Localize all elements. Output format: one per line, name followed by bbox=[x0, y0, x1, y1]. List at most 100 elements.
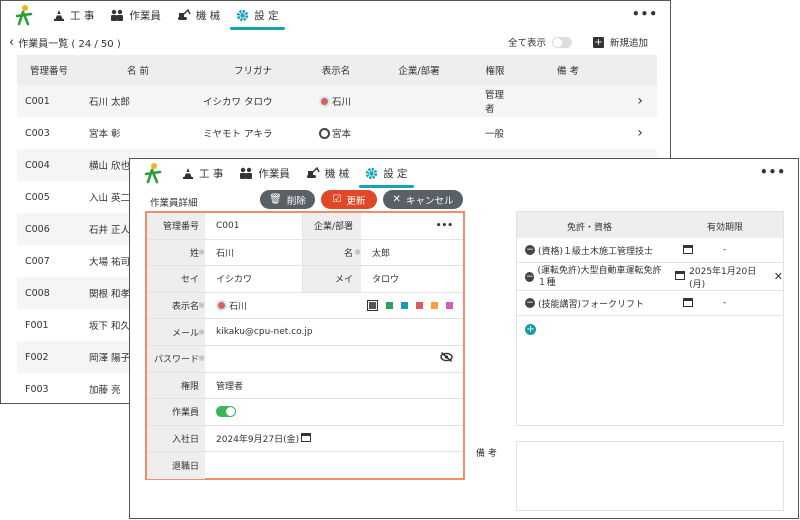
remove-icon[interactable]: − bbox=[525, 245, 535, 255]
column-header[interactable]: 備 考 bbox=[513, 55, 623, 85]
cell-role: 管理者 bbox=[477, 85, 513, 117]
add-new-label: 新規追加 bbox=[609, 38, 648, 49]
clear-date-icon[interactable]: ✕ bbox=[774, 270, 783, 283]
update-button[interactable]: ☑ 更新 bbox=[321, 190, 377, 209]
cancel-label: キャンセル bbox=[405, 195, 454, 207]
workers-icon bbox=[240, 167, 253, 179]
company-more-icon[interactable]: ••• bbox=[361, 213, 463, 239]
cone-icon bbox=[183, 168, 193, 179]
field-label: パスワード bbox=[147, 346, 205, 372]
role-select[interactable]: 管理者 bbox=[205, 373, 463, 399]
license-name: (運転免許)大型自動車運転免許１種 bbox=[537, 265, 662, 288]
trash-icon: 🗑 bbox=[269, 194, 282, 205]
color-swatch[interactable] bbox=[431, 302, 438, 310]
chevron-right-icon[interactable]: › bbox=[623, 117, 657, 149]
column-header[interactable]: 企業/部署 bbox=[361, 55, 477, 85]
cancel-button[interactable]: ✕ キャンセル bbox=[383, 190, 463, 209]
table-row[interactable]: C003 宮本 彰 ミヤモト アキラ 宮本 一般 › bbox=[17, 117, 657, 149]
remove-icon[interactable]: − bbox=[525, 298, 535, 308]
more-menu-icon[interactable]: ••• bbox=[760, 165, 786, 179]
check-icon: ☑ bbox=[332, 194, 342, 205]
color-swatch-selected[interactable] bbox=[367, 300, 378, 312]
display-name-input[interactable]: 石川 bbox=[229, 299, 247, 312]
cell-id: C006 bbox=[17, 213, 81, 245]
table-header-row: 管理番号 名 前 フリガナ 表示名 企業/部署 権限 備 考 bbox=[17, 55, 657, 85]
nav-item-settings[interactable]: 設 定 bbox=[228, 1, 286, 30]
nav-item-machines[interactable]: 機 械 bbox=[298, 159, 357, 187]
field-label: メイ bbox=[303, 266, 361, 292]
add-license-icon[interactable]: + bbox=[525, 324, 536, 335]
memo-label: 備 考 bbox=[476, 449, 497, 459]
app-logo[interactable] bbox=[13, 4, 35, 26]
add-new-button[interactable]: + 新規追加 bbox=[592, 35, 648, 49]
list-title: 作業員一覧 ( 24 / 50 ) bbox=[18, 38, 121, 50]
first-kana-input[interactable]: タロウ bbox=[361, 266, 463, 292]
eye-slash-icon[interactable] bbox=[440, 352, 463, 365]
last-kana-input[interactable]: イシカワ bbox=[205, 266, 303, 292]
field-label: セイ bbox=[147, 266, 205, 292]
color-swatch[interactable] bbox=[446, 302, 453, 310]
retire-date-field[interactable] bbox=[205, 452, 463, 479]
delete-button[interactable]: 🗑 削除 bbox=[260, 190, 315, 209]
color-swatch[interactable] bbox=[401, 302, 408, 310]
first-name-input[interactable]: 太郎 bbox=[361, 240, 463, 266]
column-header[interactable]: 表示名 bbox=[311, 55, 361, 85]
calendar-icon[interactable] bbox=[683, 297, 693, 310]
form-row-role: 権限 管理者 bbox=[147, 372, 463, 400]
cell-name: 宮本 彰 bbox=[89, 129, 121, 140]
calendar-icon[interactable] bbox=[683, 244, 693, 257]
nav-item-workers[interactable]: 作業員 bbox=[231, 159, 298, 187]
top-nav: 工 事 作業員 機 械 設 定 ••• bbox=[130, 159, 798, 188]
nav-item-machines[interactable]: 機 械 bbox=[169, 1, 228, 29]
chevron-right-icon[interactable]: › bbox=[623, 85, 657, 117]
column-header[interactable]: フリガナ bbox=[195, 55, 311, 85]
column-header[interactable]: 名 前 bbox=[81, 55, 195, 85]
show-all-toggle[interactable] bbox=[552, 36, 572, 48]
nav-label: 機 械 bbox=[324, 167, 350, 180]
last-name-input[interactable]: 石川 bbox=[205, 239, 303, 266]
app-logo[interactable] bbox=[142, 162, 164, 184]
color-swatch[interactable] bbox=[416, 302, 423, 310]
workers-icon bbox=[111, 9, 124, 21]
email-field[interactable]: kikaku@cpu-net.co.jp bbox=[205, 319, 463, 345]
nav-item-settings[interactable]: 設 定 bbox=[357, 159, 415, 188]
column-header[interactable]: 権限 bbox=[477, 55, 513, 85]
cell-id: C001 bbox=[17, 85, 81, 117]
password-field[interactable] bbox=[205, 346, 463, 372]
cell-role: 一般 bbox=[485, 129, 505, 140]
cell-kana: イシカワ タロウ bbox=[195, 85, 311, 117]
cell-id: C008 bbox=[17, 277, 81, 309]
remove-icon[interactable]: − bbox=[525, 271, 535, 282]
form-row-name: 姓 石川 名 太郎 bbox=[147, 239, 463, 267]
license-item: − (技能講習)フォークリフト - bbox=[517, 291, 783, 316]
cell-id: F001 bbox=[25, 319, 49, 331]
expiry-column-header: 有効期限 bbox=[707, 223, 744, 233]
hire-date-field[interactable]: 2024年9月27日(金) bbox=[205, 426, 463, 452]
list-toolbar: ‹ 作業員一覧 ( 24 / 50 ) 全て表示 + 新規追加 bbox=[1, 31, 670, 53]
worker-toggle[interactable] bbox=[216, 406, 236, 418]
cell-display: 宮本 bbox=[311, 117, 361, 149]
color-swatch[interactable] bbox=[386, 302, 393, 310]
form-row-hire: 入社日 2024年9月27日(金) bbox=[147, 425, 463, 453]
calendar-icon[interactable] bbox=[675, 270, 686, 283]
calendar-icon[interactable] bbox=[301, 432, 312, 445]
chevron-left-icon[interactable]: ‹ bbox=[9, 35, 14, 50]
nav-label: 設 定 bbox=[254, 9, 279, 22]
detail-title: 作業員詳細 bbox=[150, 198, 198, 209]
display-name-field: 石川 bbox=[205, 293, 463, 319]
nav-item-construction[interactable]: 工 事 bbox=[174, 159, 231, 187]
form-row-email: メール kikaku@cpu-net.co.jp bbox=[147, 319, 463, 346]
license-item: − (運転免許)大型自動車運転免許１種 2025年1月20日(月) ✕ bbox=[517, 263, 783, 291]
field-label: 企業/部署 bbox=[303, 213, 361, 239]
license-name: (技能講習)フォークリフト bbox=[538, 299, 645, 310]
display-name: 石川 bbox=[332, 97, 352, 108]
table-row[interactable]: C001 石川 太郎 イシカワ タロウ 石川 管理者 › bbox=[17, 85, 657, 117]
form-row-display: 表示名 石川 bbox=[147, 292, 463, 320]
memo-textarea[interactable] bbox=[516, 441, 784, 511]
employee-detail-window: 工 事 作業員 機 械 設 定 ••• 作業員詳細 🗑 削除 ☑ 更新 ✕ キャンセル… bbox=[129, 158, 799, 519]
nav-item-workers[interactable]: 作業員 bbox=[102, 1, 169, 29]
column-header[interactable]: 管理番号 bbox=[17, 55, 81, 85]
cell-display: 石川 bbox=[311, 85, 361, 117]
more-menu-icon[interactable]: ••• bbox=[632, 7, 658, 21]
nav-item-construction[interactable]: 工 事 bbox=[45, 1, 102, 29]
